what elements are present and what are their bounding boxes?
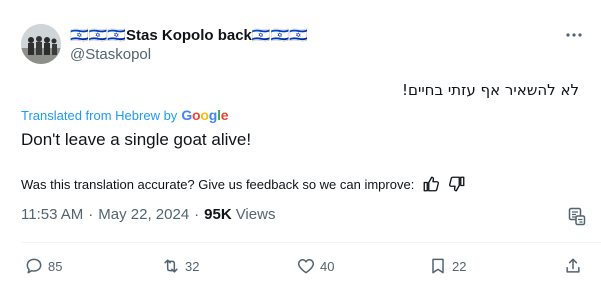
bookmark-button[interactable]: 22: [428, 256, 466, 276]
reply-icon: [26, 258, 42, 274]
repost-button[interactable]: 32: [161, 256, 199, 276]
views-count: 95K: [204, 206, 232, 223]
views-label: Views: [235, 206, 276, 223]
translate-settings-icon[interactable]: [567, 206, 587, 226]
bookmark-count: 22: [452, 258, 467, 274]
translated-from-link[interactable]: Translated from Hebrew by Google: [21, 107, 229, 123]
avatar[interactable]: [21, 24, 61, 64]
translated-label: Translated from Hebrew by: [21, 107, 178, 123]
thumbs-up-icon[interactable]: [422, 175, 440, 193]
heart-icon: [297, 259, 315, 274]
share-button[interactable]: [563, 256, 587, 276]
share-icon: [566, 258, 580, 273]
reply-count: 85: [48, 258, 63, 274]
author-name-row[interactable]: 🇮🇱🇮🇱🇮🇱Stas Kopolo back🇮🇱🇮🇱🇮🇱: [70, 25, 308, 45]
repost-count: 32: [185, 258, 200, 274]
thumbs-down-icon[interactable]: [448, 175, 466, 193]
author-handle[interactable]: @Staskopol: [70, 46, 151, 63]
repost-icon: [164, 259, 178, 273]
avatar-image: [21, 24, 61, 64]
meta-separator: ·: [194, 206, 200, 223]
bookmark-icon: [432, 258, 444, 274]
google-logo: Google: [181, 107, 229, 123]
meta-separator: ·: [88, 206, 94, 223]
like-button[interactable]: 40: [296, 256, 334, 276]
translation-feedback: Was this translation accurate? Give us f…: [21, 175, 466, 193]
reply-button[interactable]: 85: [24, 256, 62, 276]
like-count: 40: [320, 258, 335, 274]
feedback-prompt: Was this translation accurate? Give us f…: [21, 176, 415, 192]
post-date[interactable]: May 22, 2024: [98, 206, 189, 223]
more-options-icon[interactable]: [564, 28, 584, 42]
post-time[interactable]: 11:53 AM: [21, 206, 83, 223]
post-translation: Don't leave a single goat alive!: [21, 130, 252, 149]
post-metadata: 11:53 AM · May 22, 2024 · 95K Views: [21, 206, 275, 223]
divider: [21, 242, 601, 243]
post-text-original: לא להשאיר אף עזתי בחיים!: [402, 81, 579, 99]
author-display-name[interactable]: 🇮🇱🇮🇱🇮🇱Stas Kopolo back🇮🇱🇮🇱🇮🇱: [70, 26, 308, 44]
